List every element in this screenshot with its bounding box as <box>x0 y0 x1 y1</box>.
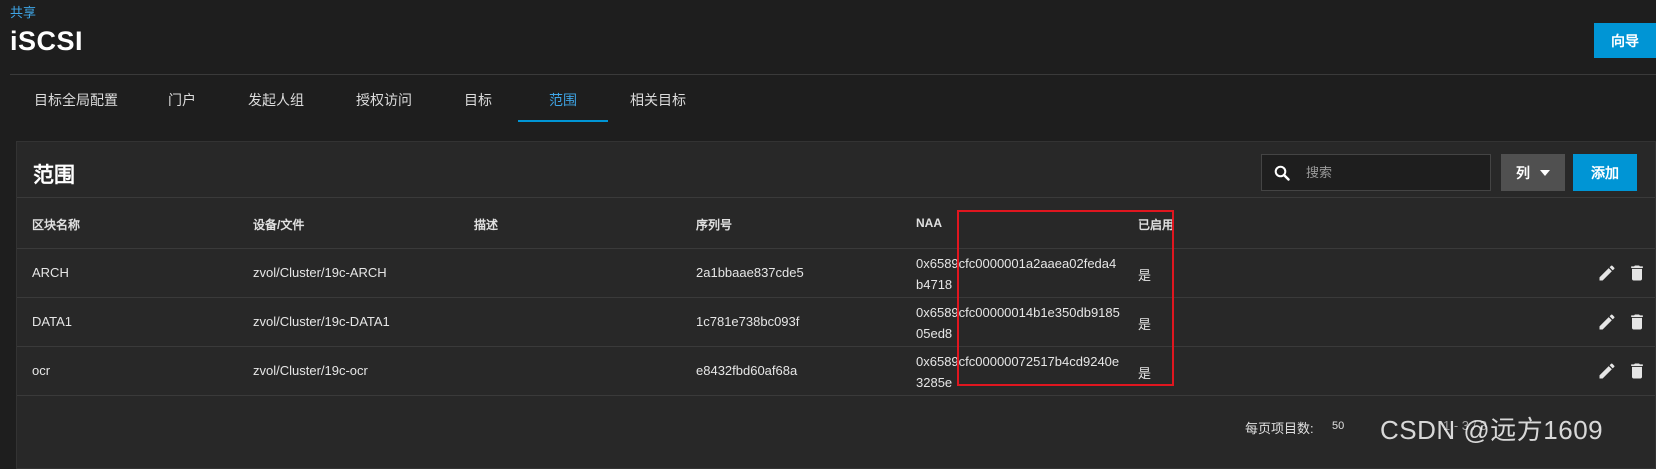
delete-icon[interactable] <box>1627 361 1647 381</box>
cell-enabled: 是 <box>1138 366 1152 381</box>
search-icon <box>1274 165 1290 181</box>
search-input[interactable] <box>1304 164 1478 181</box>
wizard-button[interactable]: 向导 <box>1594 23 1656 58</box>
table-row: DATA1 zvol/Cluster/19c-DATA1 1c781e738bc… <box>17 298 1655 347</box>
cell-device: zvol/Cluster/19c-ocr <box>253 363 368 378</box>
cell-naa: 0x6589cfc00000072517b4cd9240e3285e <box>916 354 1120 390</box>
tab-authorized-access[interactable]: 授权访问 <box>330 78 438 122</box>
tab-associated-targets[interactable]: 相关目标 <box>608 78 708 122</box>
edit-icon[interactable] <box>1597 361 1617 381</box>
tab-portals[interactable]: 门户 <box>142 78 222 122</box>
cell-serial: 2a1bbaae837cde5 <box>696 265 804 280</box>
breadcrumb-share[interactable]: 共享 <box>10 2 36 21</box>
header-description[interactable]: 描述 <box>474 216 498 233</box>
row-actions <box>1597 361 1647 381</box>
table-row: ARCH zvol/Cluster/19c-ARCH 2a1bbaae837cd… <box>17 249 1655 298</box>
caret-down-icon <box>1540 169 1550 176</box>
cell-name: DATA1 <box>32 314 72 329</box>
cell-serial: e8432fbd60af68a <box>696 363 798 378</box>
cell-naa: 0x6589cfc00000014b1e350db918505ed8 <box>916 305 1120 341</box>
cell-device: zvol/Cluster/19c-DATA1 <box>253 314 390 329</box>
header-divider <box>10 74 1656 75</box>
cell-enabled: 是 <box>1138 268 1152 283</box>
tab-global-config[interactable]: 目标全局配置 <box>10 78 142 122</box>
delete-icon[interactable] <box>1627 263 1647 283</box>
edit-icon[interactable] <box>1597 312 1617 332</box>
page-size-select[interactable]: 50 <box>1332 420 1344 432</box>
header-naa[interactable]: NAA <box>916 216 942 230</box>
header-serial[interactable]: 序列号 <box>696 216 732 233</box>
add-button[interactable]: 添加 <box>1573 154 1637 191</box>
table-row: ocr zvol/Cluster/19c-ocr e8432fbd60af68a… <box>17 347 1655 396</box>
row-actions <box>1597 263 1647 283</box>
cell-name: ARCH <box>32 265 69 280</box>
edit-icon[interactable] <box>1597 263 1617 283</box>
tab-bar: 目标全局配置 门户 发起人组 授权访问 目标 范围 相关目标 <box>10 78 708 122</box>
header-enabled[interactable]: 已启用 <box>1138 216 1174 233</box>
header-device[interactable]: 设备/文件 <box>253 216 304 233</box>
cell-device: zvol/Cluster/19c-ARCH <box>253 265 387 280</box>
tab-initiator-groups[interactable]: 发起人组 <box>222 78 330 122</box>
row-actions <box>1597 312 1647 332</box>
card-title: 范围 <box>33 164 75 187</box>
delete-icon[interactable] <box>1627 312 1647 332</box>
cell-naa: 0x6589cfc0000001a2aaea02feda4b4718 <box>916 256 1117 292</box>
table-header: 区块名称 设备/文件 描述 序列号 NAA 已启用 <box>17 197 1655 249</box>
watermark: CSDN @远方1609 <box>1380 415 1604 445</box>
header-extent-name[interactable]: 区块名称 <box>32 216 80 233</box>
page-size-label: 每页项目数: <box>1245 421 1314 436</box>
cell-name: ocr <box>32 363 51 378</box>
cell-serial: 1c781e738bc093f <box>696 314 800 329</box>
page-title: iSCSI <box>10 26 84 56</box>
tab-targets[interactable]: 目标 <box>438 78 518 122</box>
tab-extents[interactable]: 范围 <box>518 78 608 122</box>
cell-enabled: 是 <box>1138 317 1152 332</box>
search-box[interactable] <box>1261 154 1491 191</box>
columns-label: 列 <box>1516 164 1530 181</box>
columns-button[interactable]: 列 <box>1501 154 1565 191</box>
